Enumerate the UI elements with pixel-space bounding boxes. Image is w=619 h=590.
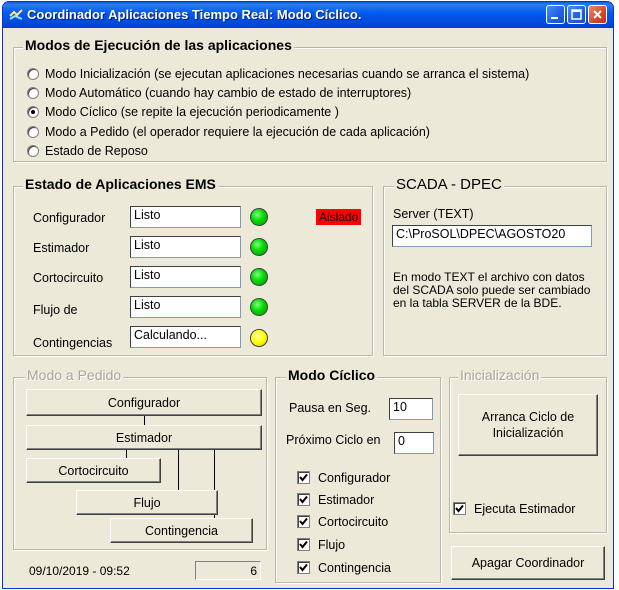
ems-label-flujo: Flujo de: [33, 303, 78, 317]
app-window: Coordinador Aplicaciones Tiempo Real: Mo…: [2, 1, 614, 589]
proximo-label: Próximo Ciclo en: [286, 433, 381, 447]
ems-label-contingencias: Contingencias: [33, 336, 113, 350]
modes-title: Modos de Ejecución de las aplicaciones: [23, 37, 294, 53]
check-configurador[interactable]: [297, 471, 310, 484]
scada-server-label: Server (TEXT): [393, 207, 474, 221]
status-light-contingencias: [250, 329, 268, 347]
tree-line: [126, 450, 127, 458]
scada-server-field[interactable]: C:\ProSOL\DPEC\AGOSTO20: [392, 225, 592, 247]
ems-field-cortocircuito[interactable]: Listo: [130, 266, 241, 288]
status-light-cortocircuito: [250, 268, 268, 286]
checkmark-icon: [299, 540, 308, 549]
app-icon: [9, 9, 23, 20]
pausa-label: Pausa en Seg.: [289, 401, 372, 415]
tree-line: [178, 450, 179, 490]
datetime-display: 09/10/2019 - 09:52: [29, 564, 130, 578]
tree-line: [144, 416, 145, 425]
radio-label: Modo Automático (cuando hay cambio de es…: [45, 86, 412, 100]
pedido-cortocircuito-button[interactable]: Cortocircuito: [26, 458, 161, 483]
radio-label: Modo Inicialización (se ejecutan aplicac…: [45, 67, 530, 81]
close-button[interactable]: [588, 5, 607, 24]
radio-circle[interactable]: [27, 68, 39, 80]
minimize-button[interactable]: [546, 5, 565, 24]
cycle-counter: 6: [195, 561, 261, 580]
status-light-estimador: [250, 238, 268, 256]
pedido-flujo-button[interactable]: Flujo: [76, 490, 218, 515]
check-label-cortocircuito: Cortocircuito: [318, 515, 389, 529]
checkmark-icon: [455, 504, 464, 513]
checkmark-icon: [299, 473, 308, 482]
check-ejecuta-estimador[interactable]: [453, 502, 466, 515]
aislado-badge: Aislado: [316, 209, 362, 225]
check-cortocircuito[interactable]: [297, 515, 310, 528]
radio-label: Modo a Pedido (el operador requiere la e…: [45, 125, 430, 139]
window-title: Coordinador Aplicaciones Tiempo Real: Mo…: [27, 7, 362, 22]
minimize-icon: [551, 17, 558, 19]
radio-circle-checked[interactable]: [27, 106, 39, 118]
checkmark-icon: [299, 563, 308, 572]
pedido-contingencia-button[interactable]: Contingencia: [110, 518, 253, 543]
title-bar[interactable]: Coordinador Aplicaciones Tiempo Real: Mo…: [3, 2, 613, 28]
ejecuta-estimador-label: Ejecuta Estimador: [474, 502, 576, 516]
radio-label: Modo Cíclico (se repite la ejecución per…: [45, 105, 339, 119]
check-estimador[interactable]: [297, 493, 310, 506]
maximize-icon: [571, 9, 582, 20]
ems-label-cortocircuito: Cortocircuito: [33, 271, 104, 285]
arranca-ciclo-button[interactable]: Arranca Ciclo de Inicialización: [458, 394, 598, 456]
radio-circle[interactable]: [27, 126, 39, 138]
scada-title: SCADA - DPEC: [394, 176, 504, 193]
pedido-title: Modo a Pedido: [25, 367, 124, 383]
check-label-estimador: Estimador: [318, 493, 375, 507]
ems-label-estimador: Estimador: [33, 241, 90, 255]
ems-field-estimador[interactable]: Listo: [130, 236, 241, 258]
scada-note: En modo TEXT el archivo con datos del SC…: [393, 270, 591, 310]
check-contingencia[interactable]: [297, 561, 310, 574]
check-label-configurador: Configurador: [318, 471, 391, 485]
check-label-contingencia: Contingencia: [318, 561, 391, 575]
ems-field-configurador[interactable]: Listo: [130, 206, 241, 228]
pedido-estimador-button[interactable]: Estimador: [26, 425, 262, 450]
radio-circle[interactable]: [27, 145, 39, 157]
radio-circle[interactable]: [27, 87, 39, 99]
status-light-flujo: [250, 298, 268, 316]
ems-field-contingencias[interactable]: Calculando...: [130, 326, 241, 348]
proximo-input[interactable]: 0: [394, 432, 434, 454]
ems-title: Estado de Aplicaciones EMS: [23, 176, 218, 192]
check-label-flujo: Flujo: [318, 538, 346, 552]
close-icon: [593, 10, 602, 19]
inicializacion-title: Inicialización: [458, 367, 542, 383]
ems-label-configurador: Configurador: [33, 211, 106, 225]
checkmark-icon: [299, 495, 308, 504]
ems-field-flujo[interactable]: Listo: [130, 296, 241, 318]
ciclico-title: Modo Cíclico: [286, 367, 378, 383]
pedido-configurador-button[interactable]: Configurador: [26, 389, 262, 416]
checkmark-icon: [299, 517, 308, 526]
apagar-coordinador-button[interactable]: Apagar Coordinador: [451, 546, 605, 580]
pausa-input[interactable]: 10: [389, 398, 433, 420]
status-light-configurador: [250, 208, 268, 226]
radio-label: Estado de Reposo: [45, 144, 148, 158]
check-flujo[interactable]: [297, 538, 310, 551]
maximize-button[interactable]: [567, 5, 586, 24]
